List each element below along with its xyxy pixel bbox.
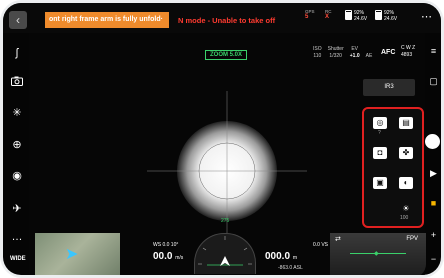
- wind-direction: 10°: [170, 242, 179, 248]
- altitude-unit: m: [292, 255, 297, 261]
- brightness-value: 100: [400, 215, 409, 221]
- thermal-tools-panel: ◎ ? ▤ ◘ ✤ ▣ ◐ ☀ 100: [362, 107, 424, 228]
- fpv-label: FPV: [406, 236, 418, 242]
- shutter-button[interactable]: [425, 134, 440, 149]
- top-status-bar: ‹ ont right frame arm is fully unfold· N…: [3, 3, 441, 33]
- mini-map[interactable]: ➤: [35, 233, 120, 275]
- spot-meter-button[interactable]: ◎: [373, 117, 387, 129]
- focus-mode[interactable]: AFC: [381, 49, 395, 56]
- storage-value: 4893: [401, 52, 413, 58]
- flight-screen: ‹ ont right frame arm is fully unfold· N…: [3, 3, 441, 275]
- target-icon[interactable]: ⊕: [9, 137, 25, 153]
- storage-indicator[interactable]: C W Z 4893: [401, 45, 415, 59]
- altitude-value: 000.0: [265, 251, 291, 262]
- storage-label: C W Z: [401, 45, 416, 51]
- aircraft-icon[interactable]: ✈: [9, 201, 25, 217]
- shutter-group: Shutter 1/320: [328, 46, 347, 60]
- vertical-speed: 0.0 VS: [313, 242, 329, 248]
- ev-value: +1.0: [349, 53, 360, 59]
- altitude: 000.0 m: [265, 251, 297, 262]
- aircraft-position-icon: ➤: [65, 246, 79, 263]
- app-root: ‹ ont right frame arm is fully unfold· N…: [0, 0, 444, 278]
- ellipsis-icon: ⋯: [421, 11, 433, 23]
- ev-group: EV +1.0: [350, 46, 363, 60]
- asl-altitude: -863.0 ASL: [278, 265, 303, 271]
- camera-icon[interactable]: [9, 75, 25, 91]
- area-measure-button[interactable]: ▤: [399, 117, 413, 129]
- battery-2[interactable]: 92% 24.6V: [375, 10, 397, 22]
- back-button[interactable]: ‹: [9, 11, 27, 29]
- laser-icon[interactable]: ✳: [9, 105, 25, 121]
- isotherm-button[interactable]: ◐: [399, 177, 413, 189]
- palette-icon[interactable]: ▢: [427, 75, 440, 88]
- battery-icon: [345, 10, 352, 20]
- panel-value-top: ?: [378, 130, 381, 136]
- ir-palette-button[interactable]: IR3: [363, 79, 415, 96]
- iso-label: ISO: [313, 46, 322, 52]
- shutter-value: 1/320: [329, 53, 342, 59]
- right-toolbar: ≡ ▢ ▶ ■ + −: [425, 33, 441, 275]
- battery-icon: [375, 10, 382, 20]
- gps-value: 5: [305, 14, 309, 20]
- rc-value: X: [325, 14, 330, 20]
- chevron-left-icon: ‹: [16, 13, 20, 27]
- media-icon[interactable]: ■: [427, 197, 440, 210]
- iso-value: 110: [313, 53, 322, 59]
- ae-label: AE: [365, 53, 373, 59]
- battery-2-volt: 24.6V: [384, 16, 398, 22]
- camera-params[interactable]: ISO 110Shutter 1/320EV +1.0 AE: [313, 46, 378, 60]
- fpv-center-marker: ◆: [374, 251, 379, 257]
- ai-icon[interactable]: ʃ: [9, 45, 25, 61]
- zoom-indicator[interactable]: ZOOM 5.0X: [205, 50, 248, 60]
- ae-group: AE: [366, 53, 376, 60]
- fpv-preview[interactable]: ⇄ FPV ◆: [330, 233, 426, 275]
- zoom-out-icon[interactable]: −: [427, 253, 440, 266]
- more-icon[interactable]: …: [9, 229, 25, 245]
- brightness-icon[interactable]: ☀: [399, 203, 413, 215]
- settings-sliders-icon[interactable]: ≡: [427, 45, 440, 58]
- shutter-label: Shutter: [327, 46, 344, 52]
- warning-banner[interactable]: ont right frame arm is fully unfold·: [45, 12, 169, 28]
- battery-1[interactable]: 92% 24.6V: [345, 10, 367, 22]
- ev-label: EV: [351, 46, 359, 52]
- battery-1-volt: 24.6V: [354, 16, 368, 22]
- crosshair-button[interactable]: ✤: [399, 147, 413, 159]
- point-icon[interactable]: ◉: [9, 168, 25, 184]
- heading-value: 275: [221, 218, 230, 224]
- rc-signal[interactable]: RC X: [325, 9, 332, 20]
- playback-icon[interactable]: ▶: [427, 167, 440, 180]
- iso-group: ISO 110: [313, 46, 325, 60]
- attitude-compass: [194, 233, 256, 274]
- flight-mode-status[interactable]: N mode - Unable to take off: [178, 16, 275, 25]
- horizontal-speed: 00.0 m/s: [153, 251, 183, 262]
- lock-icon[interactable]: ▣: [373, 177, 387, 189]
- zoom-in-icon[interactable]: +: [427, 229, 440, 242]
- gps-signal[interactable]: GPS 5: [305, 9, 315, 20]
- shield-icon[interactable]: ◘: [373, 147, 387, 159]
- speed-value: 00.0: [153, 251, 173, 262]
- wind-info: WS 0.0 10°: [153, 242, 178, 248]
- wind-speed: WS 0.0: [153, 242, 170, 248]
- left-toolbar: ʃ ✳ ⊕ ◉ ✈ …: [3, 33, 29, 275]
- camera-mode-label[interactable]: WIDE: [10, 256, 26, 262]
- speed-unit: m/s: [175, 255, 184, 261]
- swap-view-icon[interactable]: ⇄: [335, 235, 341, 243]
- more-menu-button[interactable]: ⋯: [421, 10, 433, 23]
